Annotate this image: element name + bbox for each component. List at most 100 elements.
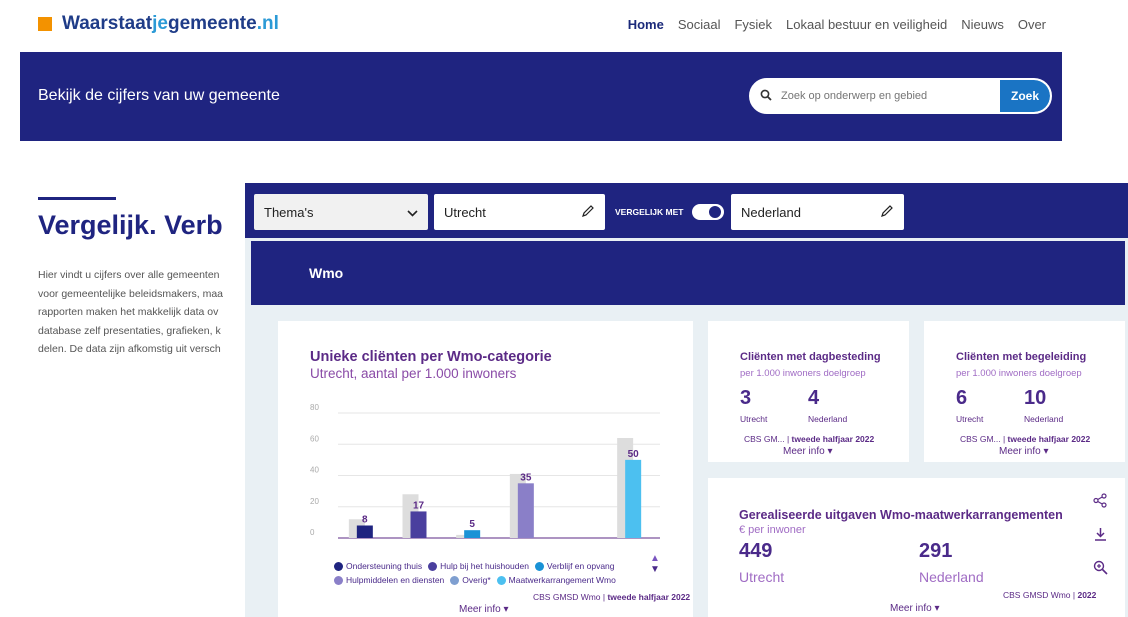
kpi-subtitle: per 1.000 inwoners doelgroep — [740, 368, 866, 379]
spending-label-nederland: Nederland — [919, 569, 984, 585]
bar-chart: 80 60 40 20 0 8 17 5 35 50 — [310, 403, 660, 539]
bar — [517, 483, 534, 538]
source-period: tweede halfjaar 2022 — [791, 434, 875, 444]
legend-label: Verblijf en opvang — [546, 561, 615, 571]
section-header: Wmo — [251, 241, 1125, 305]
legend-label: Overig* — [462, 575, 491, 585]
nav-lokaal-bestuur[interactable]: Lokaal bestuur en veiligheid — [786, 17, 947, 32]
logo-part-3: gemeente — [167, 13, 257, 34]
kpi-value-nederland: 10 — [1024, 387, 1047, 409]
toggle-knob — [709, 206, 721, 218]
nav-over[interactable]: Over — [1018, 17, 1046, 32]
y-tick-label: 60 — [310, 434, 319, 443]
arrow-down-icon[interactable]: ▼ — [650, 564, 660, 575]
spending-label-utrecht: Utrecht — [739, 569, 785, 585]
bar-data-label: 5 — [469, 519, 475, 530]
site-logo[interactable]: Waarstaat je gemeente .nl — [38, 13, 279, 35]
bar-data-label: 50 — [628, 449, 640, 460]
y-tick-label: 0 — [310, 528, 315, 537]
share-icon[interactable] — [1093, 493, 1108, 512]
dashboard-panel: Thema's Utrecht VERGELIJK MET Nederland — [245, 183, 1128, 617]
source-period: tweede halfjaar 2022 — [607, 592, 691, 602]
y-tick-label: 20 — [310, 497, 319, 506]
y-tick-label: 40 — [310, 466, 319, 475]
legend-row: Ondersteuning thuis Hulp bij het huishou… — [334, 559, 616, 573]
more-info-link[interactable]: Meer info ▾ — [783, 446, 832, 457]
kpi-label-nederland: Nederland — [808, 414, 848, 424]
search-button[interactable]: Zoek — [1000, 80, 1050, 112]
logo-part-2: je — [152, 13, 168, 34]
kpi-card-dagbesteding: Cliënten met dagbesteding per 1.000 inwo… — [708, 321, 909, 462]
legend-item[interactable]: Ondersteuning thuis — [334, 559, 422, 573]
more-info-link[interactable]: Meer info ▾ — [999, 446, 1048, 457]
source-period: tweede halfjaar 2022 — [1007, 434, 1091, 444]
nav-fysiek[interactable]: Fysiek — [734, 17, 772, 32]
chart-legend: Ondersteuning thuis Hulp bij het huishou… — [334, 559, 616, 587]
compare-label: VERGELIJK MET — [615, 207, 684, 217]
more-info-link[interactable]: Meer info ▾ — [890, 603, 939, 614]
theme-select[interactable]: Thema's — [254, 194, 428, 230]
compare-region-value: Nederland — [741, 204, 801, 220]
hero-banner: Bekijk de cijfers van uw gemeente Zoek — [20, 52, 1062, 141]
spending-card: Gerealiseerde uitgaven Wmo-maatwerkarran… — [708, 478, 1125, 617]
kpi-source: CBS GM... | tweede halfjaar 2022 — [744, 434, 874, 444]
legend-item[interactable]: Maatwerkarrangement Wmo — [496, 573, 616, 587]
zoom-in-icon[interactable] — [1093, 560, 1108, 579]
legend-dot — [334, 561, 343, 571]
chart-title: Unieke cliënten per Wmo-categorie — [310, 349, 552, 365]
legend-dot — [534, 561, 544, 571]
legend-item[interactable]: Hulpmiddelen en diensten — [334, 573, 444, 587]
legend-scroll[interactable]: ▲ ▼ — [650, 553, 660, 575]
spending-source: CBS GMSD Wmo | 2022 — [1003, 590, 1096, 600]
filter-bar: Thema's Utrecht VERGELIJK MET Nederland — [245, 183, 1128, 238]
bar — [625, 459, 642, 538]
legend-label: Ondersteuning thuis — [346, 561, 423, 571]
bar-data-label: 17 — [413, 500, 425, 511]
download-icon[interactable] — [1093, 527, 1108, 546]
nav-nieuws[interactable]: Nieuws — [961, 17, 1004, 32]
arrow-up-icon[interactable]: ▲ — [650, 553, 660, 564]
logo-part-1: Waarstaat — [62, 13, 153, 34]
legend-label: Hulpmiddelen en diensten — [346, 575, 445, 585]
bar — [410, 511, 427, 538]
legend-item[interactable]: Overig* — [450, 573, 491, 587]
kpi-title: Cliënten met dagbesteding — [740, 351, 881, 363]
search-icon — [751, 89, 781, 104]
pencil-icon[interactable] — [581, 204, 595, 221]
kpi-value-utrecht: 6 — [956, 387, 968, 409]
hero-text: Bekijk de cijfers van uw gemeente — [38, 87, 280, 104]
compare-toggle[interactable] — [692, 204, 724, 220]
bar — [356, 525, 373, 538]
legend-row: Hulpmiddelen en diensten Overig* Maatwer… — [334, 573, 616, 587]
logo-part-4: .nl — [256, 13, 279, 34]
spending-title: Gerealiseerde uitgaven Wmo-maatwerkarran… — [739, 508, 1063, 522]
kpi-label-utrecht: Utrecht — [956, 414, 984, 424]
section-title: Wmo — [309, 265, 344, 281]
kpi-label-nederland: Nederland — [1024, 414, 1064, 424]
intro-line: rapporten maken het makkelijk data ov — [38, 306, 219, 318]
legend-item[interactable]: Verblijf en opvang — [534, 559, 615, 573]
kpi-source: CBS GM... | tweede halfjaar 2022 — [960, 434, 1090, 444]
chevron-down-icon — [407, 205, 418, 220]
spending-value-nederland: 291 — [919, 540, 953, 562]
legend-item[interactable]: Hulp bij het huishouden — [428, 559, 529, 573]
nav-sociaal[interactable]: Sociaal — [678, 17, 721, 32]
chart-subtitle: Utrecht, aantal per 1.000 inwoners — [310, 366, 517, 381]
search-input[interactable] — [781, 90, 1000, 102]
top-navigation: Waarstaat je gemeente .nl Home Sociaal Fysi… — [0, 0, 1128, 52]
page: Waarstaat je gemeente .nl Home Sociaal Fysi… — [0, 0, 1128, 617]
compare-region-select[interactable]: Nederland — [731, 194, 904, 230]
legend-label: Hulp bij het huishouden — [440, 561, 529, 571]
region-select[interactable]: Utrecht — [434, 194, 605, 230]
source-name: CBS GMSD Wmo | — [533, 592, 608, 602]
kpi-card-begeleiding: Cliënten met begeleiding per 1.000 inwon… — [924, 321, 1125, 462]
pencil-icon[interactable] — [880, 204, 894, 221]
bar — [464, 530, 481, 538]
intro-line: delen. De data zijn afkomstig uit versch — [38, 343, 221, 355]
more-info-link[interactable]: Meer info ▾ — [459, 604, 508, 615]
logo-square-icon — [38, 17, 52, 31]
y-tick-label: 80 — [310, 403, 319, 412]
bar-data-label: 35 — [520, 472, 532, 483]
intro-line: Hier vindt u cijfers over alle gemeenten — [38, 269, 220, 281]
nav-home[interactable]: Home — [628, 17, 664, 32]
